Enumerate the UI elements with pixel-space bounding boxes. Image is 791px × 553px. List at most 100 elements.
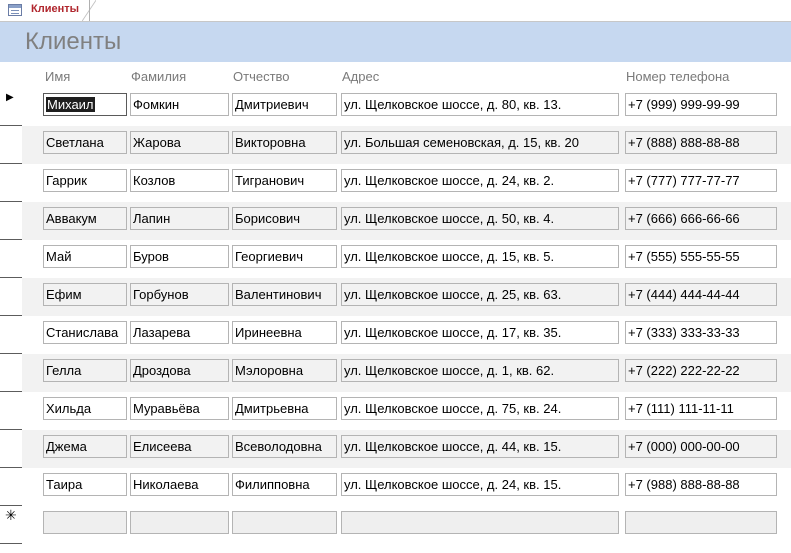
new-record-star-icon: ✳	[5, 507, 17, 523]
phone-field[interactable]: +7 (999) 999-99-99	[625, 93, 777, 116]
record-selector[interactable]	[0, 354, 22, 392]
phone-field-value: +7 (444) 444-44-44	[628, 287, 740, 302]
last-name-field[interactable]: Жарова	[130, 131, 229, 154]
address-field-value: ул. Щелковское шоссе, д. 1, кв. 62.	[344, 363, 555, 378]
first-name-field[interactable]: Светлана	[43, 131, 127, 154]
phone-field[interactable]: +7 (444) 444-44-44	[625, 283, 777, 306]
phone-field-value: +7 (111) 111-11-11	[628, 401, 734, 416]
address-field[interactable]: ул. Большая семеновская, д. 15, кв. 20	[341, 131, 619, 154]
record-selector[interactable]	[0, 392, 22, 430]
last-name-field[interactable]: Горбунов	[130, 283, 229, 306]
address-field[interactable]: ул. Щелковское шоссе, д. 24, кв. 2.	[341, 169, 619, 192]
record-selector[interactable]: ▶	[0, 88, 22, 126]
patronymic-field-value: Филипповна	[235, 477, 310, 492]
first-name-field[interactable]: Таира	[43, 473, 127, 496]
patronymic-field-value: Валентинович	[235, 287, 322, 302]
record-selector[interactable]: ✳	[0, 506, 22, 544]
column-label-last-name: Фамилия	[131, 69, 187, 84]
record-selector[interactable]	[0, 316, 22, 354]
phone-field[interactable]: +7 (777) 777-77-77	[625, 169, 777, 192]
patronymic-field[interactable]: Дмитриевич	[232, 93, 337, 116]
last-name-field[interactable]: Дроздова	[130, 359, 229, 382]
patronymic-field[interactable]: Иринеевна	[232, 321, 337, 344]
first-name-field[interactable]: Станислава	[43, 321, 127, 344]
last-name-field[interactable]: Лапин	[130, 207, 229, 230]
last-name-field[interactable]	[130, 511, 229, 534]
address-field[interactable]	[341, 511, 619, 534]
patronymic-field-value: Мэлоровна	[235, 363, 304, 378]
record-row: Гелла Дроздова Мэлоровна ул. Щелковское шос…	[22, 354, 791, 392]
record-selector[interactable]	[0, 126, 22, 164]
phone-field[interactable]: +7 (333) 333-33-33	[625, 321, 777, 344]
patronymic-field[interactable]: Викторовна	[232, 131, 337, 154]
form-header: Клиенты	[0, 22, 791, 62]
address-field[interactable]: ул. Щелковское шоссе, д. 75, кв. 24.	[341, 397, 619, 420]
address-field[interactable]: ул. Щелковское шоссе, д. 17, кв. 35.	[341, 321, 619, 344]
address-field-value: ул. Щелковское шоссе, д. 25, кв. 63.	[344, 287, 562, 302]
patronymic-field[interactable]	[232, 511, 337, 534]
last-name-field[interactable]: Буров	[130, 245, 229, 268]
last-name-field[interactable]: Николаева	[130, 473, 229, 496]
phone-field[interactable]: +7 (000) 000-00-00	[625, 435, 777, 458]
tab-clients[interactable]: Клиенты	[0, 0, 90, 21]
record-selector-column: ▶ ✳	[0, 88, 22, 544]
patronymic-field[interactable]: Борисович	[232, 207, 337, 230]
record-row: Станислава Лазарева Иринеевна ул. Щелковско…	[22, 316, 791, 354]
phone-field[interactable]: +7 (988) 888-88-88	[625, 473, 777, 496]
patronymic-field[interactable]: Всеволодовна	[232, 435, 337, 458]
patronymic-field[interactable]: Валентинович	[232, 283, 337, 306]
last-name-field-value: Фомкин	[133, 97, 180, 112]
record-selector[interactable]	[0, 240, 22, 278]
first-name-field[interactable]: Аввакум	[43, 207, 127, 230]
patronymic-field-value: Тигранович	[235, 173, 305, 188]
last-name-field[interactable]: Козлов	[130, 169, 229, 192]
last-name-field[interactable]: Муравьёва	[130, 397, 229, 420]
address-field[interactable]: ул. Щелковское шоссе, д. 50, кв. 4.	[341, 207, 619, 230]
phone-field[interactable]	[625, 511, 777, 534]
record-selector[interactable]	[0, 202, 22, 240]
last-name-field[interactable]: Лазарева	[130, 321, 229, 344]
patronymic-field[interactable]: Филипповна	[232, 473, 337, 496]
address-field[interactable]: ул. Щелковское шоссе, д. 44, кв. 15.	[341, 435, 619, 458]
last-name-field[interactable]: Фомкин	[130, 93, 229, 116]
last-name-field[interactable]: Елисеева	[130, 435, 229, 458]
phone-field[interactable]: +7 (555) 555-55-55	[625, 245, 777, 268]
first-name-field[interactable]: Гелла	[43, 359, 127, 382]
record-selector[interactable]	[0, 164, 22, 202]
record-selector[interactable]	[0, 468, 22, 506]
address-field-value: ул. Щелковское шоссе, д. 44, кв. 15.	[344, 439, 562, 454]
phone-field[interactable]: +7 (666) 666-66-66	[625, 207, 777, 230]
address-field[interactable]: ул. Щелковское шоссе, д. 24, кв. 15.	[341, 473, 619, 496]
first-name-field[interactable]: Хильда	[43, 397, 127, 420]
address-field[interactable]: ул. Щелковское шоссе, д. 1, кв. 62.	[341, 359, 619, 382]
patronymic-field[interactable]: Георгиевич	[232, 245, 337, 268]
patronymic-field-value: Георгиевич	[235, 249, 304, 264]
first-name-field[interactable]: Ефим	[43, 283, 127, 306]
patronymic-field[interactable]: Мэлоровна	[232, 359, 337, 382]
address-field-value: ул. Большая семеновская, д. 15, кв. 20	[344, 135, 579, 150]
address-field-value: ул. Щелковское шоссе, д. 17, кв. 35.	[344, 325, 562, 340]
first-name-field[interactable]: Джема	[43, 435, 127, 458]
first-name-field[interactable]	[43, 511, 127, 534]
phone-field[interactable]: +7 (222) 222-22-22	[625, 359, 777, 382]
first-name-field[interactable]: Май	[43, 245, 127, 268]
record-row: Таира Николаева Филипповна ул. Щелковское ш…	[22, 468, 791, 506]
phone-field[interactable]: +7 (111) 111-11-11	[625, 397, 777, 420]
phone-field-value: +7 (988) 888-88-88	[628, 477, 740, 492]
address-field[interactable]: ул. Щелковское шоссе, д. 80, кв. 13.	[341, 93, 619, 116]
first-name-field[interactable]: Гаррик	[43, 169, 127, 192]
last-name-field-value: Муравьёва	[133, 401, 200, 416]
first-name-field-value: Аввакум	[46, 211, 97, 226]
address-field[interactable]: ул. Щелковское шоссе, д. 15, кв. 5.	[341, 245, 619, 268]
record-selector[interactable]	[0, 430, 22, 468]
address-field[interactable]: ул. Щелковское шоссе, д. 25, кв. 63.	[341, 283, 619, 306]
record-selector[interactable]	[0, 278, 22, 316]
first-name-field-value: Гаррик	[46, 173, 87, 188]
first-name-field-value: Джема	[46, 439, 87, 454]
address-field-value: ул. Щелковское шоссе, д. 80, кв. 13.	[344, 97, 562, 112]
last-name-field-value: Лапин	[133, 211, 171, 226]
patronymic-field[interactable]: Дмитрьевна	[232, 397, 337, 420]
patronymic-field[interactable]: Тигранович	[232, 169, 337, 192]
first-name-field[interactable]: Михаил	[43, 93, 127, 116]
phone-field[interactable]: +7 (888) 888-88-88	[625, 131, 777, 154]
